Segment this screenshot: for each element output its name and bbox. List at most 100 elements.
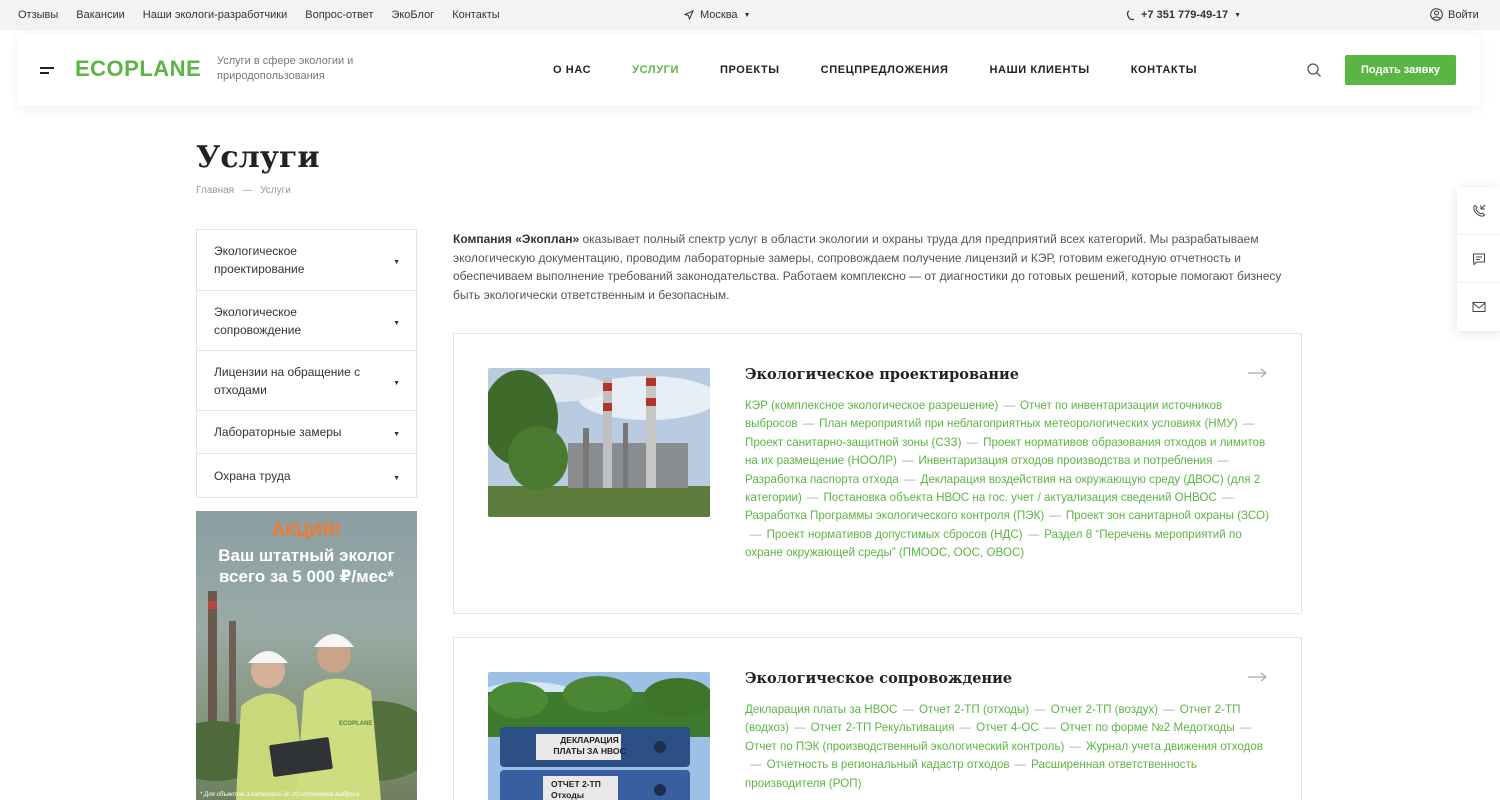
callback-button[interactable]	[1457, 187, 1500, 235]
site-logo[interactable]: ECOPLANE	[75, 56, 201, 82]
top-link-reviews[interactable]: Отзывы	[18, 9, 58, 21]
breadcrumb-separator: —	[242, 185, 253, 196]
nav-about[interactable]: О НАС	[553, 64, 591, 76]
sidebar-item-eco-design[interactable]: Экологическое проектирование ▼	[197, 230, 416, 291]
email-button[interactable]	[1457, 283, 1500, 331]
search-icon[interactable]	[1306, 62, 1322, 78]
service-link[interactable]: Проект зон санитарной охраны (ЗСО)	[1066, 509, 1269, 522]
card-title[interactable]: Экологическое сопровождение	[745, 670, 1012, 687]
promo-footnote: * Для объектов 3 категории до 20 источни…	[200, 792, 360, 798]
promo-banner[interactable]: АКЦИЯ! Ваш штатный эколог всего за 5 000…	[196, 511, 417, 800]
mail-icon	[1472, 302, 1485, 312]
link-separator: —	[750, 527, 762, 541]
link-separator: —	[1217, 454, 1229, 468]
top-link-contacts[interactable]: Контакты	[452, 9, 500, 21]
link-separator: —	[1043, 721, 1056, 735]
submit-request-button[interactable]: Подать заявку	[1345, 55, 1456, 85]
breadcrumb: Главная — Услуги	[196, 185, 291, 196]
card-title[interactable]: Экологическое проектирование	[745, 366, 1019, 383]
chevron-down-icon: ▼	[743, 11, 751, 19]
service-link[interactable]: Разработка Программы экологического конт…	[745, 509, 1044, 522]
service-link[interactable]: Отчет 2-ТП (воздух)	[1051, 703, 1158, 716]
service-link[interactable]: Отчетность в региональный кадастр отходо…	[767, 758, 1010, 771]
link-separator: —	[1034, 703, 1046, 716]
phone-number: +7 351 779-49-17	[1141, 9, 1229, 21]
top-link-ecologists[interactable]: Наши экологи-разработчики	[143, 9, 287, 21]
arrow-right-icon[interactable]	[1248, 672, 1268, 682]
arrow-right-icon[interactable]	[1248, 368, 1268, 378]
login-link[interactable]: Войти	[1430, 8, 1479, 21]
city-selector[interactable]: Москва ▼	[684, 9, 751, 21]
chevron-down-icon: ▼	[393, 474, 400, 482]
link-separator: —	[903, 472, 916, 486]
nav-clients[interactable]: НАШИ КЛИЕНТЫ	[989, 64, 1089, 76]
intro-paragraph: Компания «Экоплан» оказывает полный спек…	[453, 230, 1301, 304]
service-link[interactable]: Отчет по форме №2 Медотходы	[1060, 721, 1234, 734]
industrial-plant-image	[488, 368, 710, 517]
link-separator: —	[1027, 527, 1040, 541]
sidebar-item-eco-support[interactable]: Экологическое сопровождение ▼	[197, 291, 416, 351]
service-link[interactable]: Проект нормативов допустимых сбросов (НД…	[767, 528, 1023, 541]
nav-services[interactable]: УСЛУГИ	[632, 64, 679, 76]
phone-callback-icon	[1472, 204, 1485, 217]
chat-icon	[1472, 253, 1485, 266]
service-link[interactable]: Отчет по ПЭК (производственный экологиче…	[745, 740, 1064, 753]
sidebar-item-waste-licenses[interactable]: Лицензии на обращение с отходами ▼	[197, 351, 416, 411]
service-card-eco-design: Экологическое проектирование КЭР (компле…	[453, 333, 1302, 614]
nav-projects[interactable]: ПРОЕКТЫ	[720, 64, 780, 76]
link-separator: —	[794, 721, 806, 735]
service-link[interactable]: Отчет 2-ТП Рекультивация	[811, 721, 955, 734]
service-link[interactable]: Постановка объекта НВОС на гос. учет / а…	[823, 491, 1216, 504]
link-separator: —	[802, 417, 815, 431]
service-card-eco-support: ДЕКЛАРАЦИЯ ПЛАТЫ ЗА НВОС ОТЧЕТ 2-ТП Отхо…	[453, 637, 1302, 800]
service-link[interactable]: Инвентаризация отходов производства и по…	[918, 454, 1212, 467]
link-separator: —	[1242, 417, 1255, 431]
intro-company: Компания «Экоплан»	[453, 232, 580, 246]
breadcrumb-home[interactable]: Главная	[196, 185, 234, 196]
service-link[interactable]: Отчет 4-ОС	[976, 721, 1039, 734]
service-link[interactable]: КЭР (комплексное экологическое разрешени…	[745, 399, 998, 412]
user-icon	[1430, 8, 1443, 21]
nav-special-offers[interactable]: СПЕЦПРЕДЛОЖЕНИЯ	[821, 64, 949, 76]
sidebar-item-label: Лицензии на обращение с отходами	[214, 364, 361, 397]
chevron-down-icon: ▼	[393, 259, 400, 266]
menu-icon[interactable]	[40, 67, 54, 75]
service-link[interactable]: Журнал учета движения отходов	[1086, 740, 1263, 753]
service-link[interactable]: План мероприятий при неблагоприятных мет…	[819, 417, 1237, 430]
phone-icon	[1126, 9, 1135, 20]
top-utility-bar: Отзывы Вакансии Наши экологи-разработчик…	[0, 0, 1500, 30]
sidebar-item-label: Лабораторные замеры	[214, 425, 342, 439]
main-nav: О НАС УСЛУГИ ПРОЕКТЫ СПЕЦПРЕДЛОЖЕНИЯ НАШ…	[553, 64, 1238, 76]
link-separator: —	[902, 703, 915, 716]
link-separator: —	[959, 721, 972, 735]
promo-text: Ваш штатный эколог всего за 5 000 ₽/мес*	[218, 546, 395, 586]
promo-title: АКЦИЯ!	[271, 520, 341, 540]
chevron-down-icon: ▼	[393, 319, 400, 327]
top-link-blog[interactable]: ЭкоБлог	[391, 9, 434, 21]
link-separator: —	[1221, 491, 1234, 505]
sidebar-item-lab-measurements[interactable]: Лабораторные замеры ▼	[197, 411, 416, 454]
promo-vest-logo: ECOPLANE	[339, 721, 373, 727]
floating-contact-panel	[1457, 187, 1500, 331]
top-link-vacancies[interactable]: Вакансии	[76, 9, 125, 21]
link-separator: —	[1163, 703, 1175, 716]
sidebar-item-label: Охрана труда	[214, 468, 291, 483]
service-link[interactable]: Декларация платы за НВОС	[745, 703, 897, 716]
chat-button[interactable]	[1457, 235, 1500, 283]
top-link-faq[interactable]: Вопрос-ответ	[305, 9, 373, 21]
phone-selector[interactable]: +7 351 779-49-17 ▼	[1126, 9, 1241, 21]
service-link[interactable]: Разработка паспорта отхода	[745, 473, 899, 486]
binder-label: ОТЧЕТ 2-ТП Отходы	[551, 779, 601, 800]
sidebar-item-label: Экологическое проектирование	[214, 244, 305, 276]
chevron-down-icon: ▼	[1234, 11, 1242, 19]
sidebar-item-labor-safety[interactable]: Охрана труда ▼	[197, 454, 416, 497]
service-link[interactable]: Проект санитарно-защитной зоны (СЗЗ)	[745, 436, 962, 449]
login-label: Войти	[1448, 8, 1479, 21]
nav-contacts[interactable]: КОНТАКТЫ	[1131, 64, 1197, 76]
link-separator: —	[806, 491, 819, 505]
breadcrumb-current: Услуги	[260, 185, 291, 196]
link-separator: —	[901, 454, 914, 468]
site-tagline: Услуги в сфере экологии и природопользов…	[217, 55, 354, 82]
link-separator: —	[1003, 399, 1016, 412]
service-link[interactable]: Отчет 2-ТП (отходы)	[919, 703, 1029, 716]
